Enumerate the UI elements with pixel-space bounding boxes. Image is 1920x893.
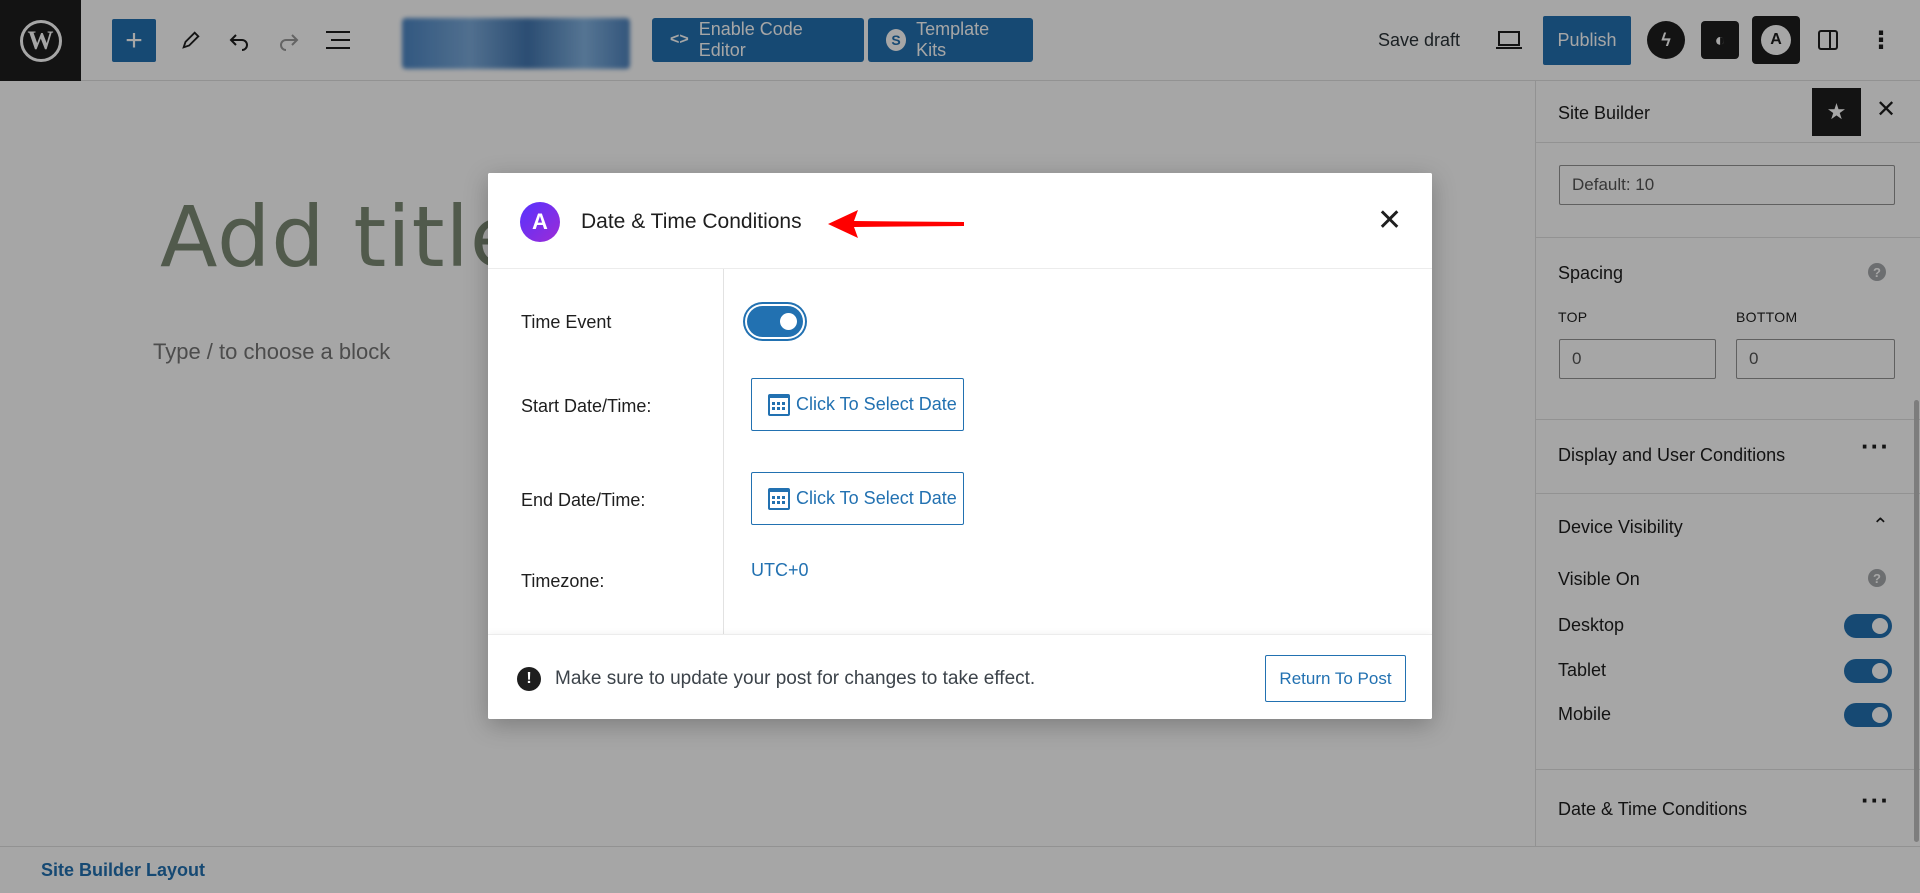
start-date-label: Start Date/Time:: [521, 396, 652, 416]
warning-icon: !: [517, 667, 541, 691]
return-to-post-button[interactable]: Return To Post: [1265, 655, 1406, 702]
timezone-value-link[interactable]: UTC+0: [751, 560, 809, 581]
time-event-label: Time Event: [521, 312, 612, 332]
end-date-button-label: Click To Select Date: [796, 488, 957, 508]
modal-column-divider: [723, 269, 724, 634]
modal-close-button[interactable]: ✕: [1377, 203, 1402, 238]
astra-logo-icon: A: [520, 202, 560, 242]
calendar-icon: [768, 393, 790, 416]
annotation-arrow-icon: [828, 210, 964, 238]
modal-header: A Date & Time Conditions ✕: [488, 173, 1432, 269]
calendar-icon: [768, 487, 790, 510]
end-date-button[interactable]: Click To Select Date: [751, 472, 964, 525]
modal-body: Time Event Start Date/Time: Click To Sel…: [488, 269, 1432, 634]
date-time-conditions-modal: A Date & Time Conditions ✕ Time Event St…: [488, 173, 1432, 719]
start-date-button-label: Click To Select Date: [796, 394, 957, 414]
timezone-label: Timezone:: [521, 571, 605, 591]
time-event-toggle[interactable]: [747, 306, 803, 337]
end-date-label: End Date/Time:: [521, 490, 646, 510]
modal-footer: ! Make sure to update your post for chan…: [488, 634, 1432, 719]
modal-title: Date & Time Conditions: [581, 210, 802, 233]
start-date-button[interactable]: Click To Select Date: [751, 378, 964, 431]
close-icon: ✕: [1377, 204, 1403, 237]
update-notice: Make sure to update your post for change…: [555, 668, 1036, 689]
